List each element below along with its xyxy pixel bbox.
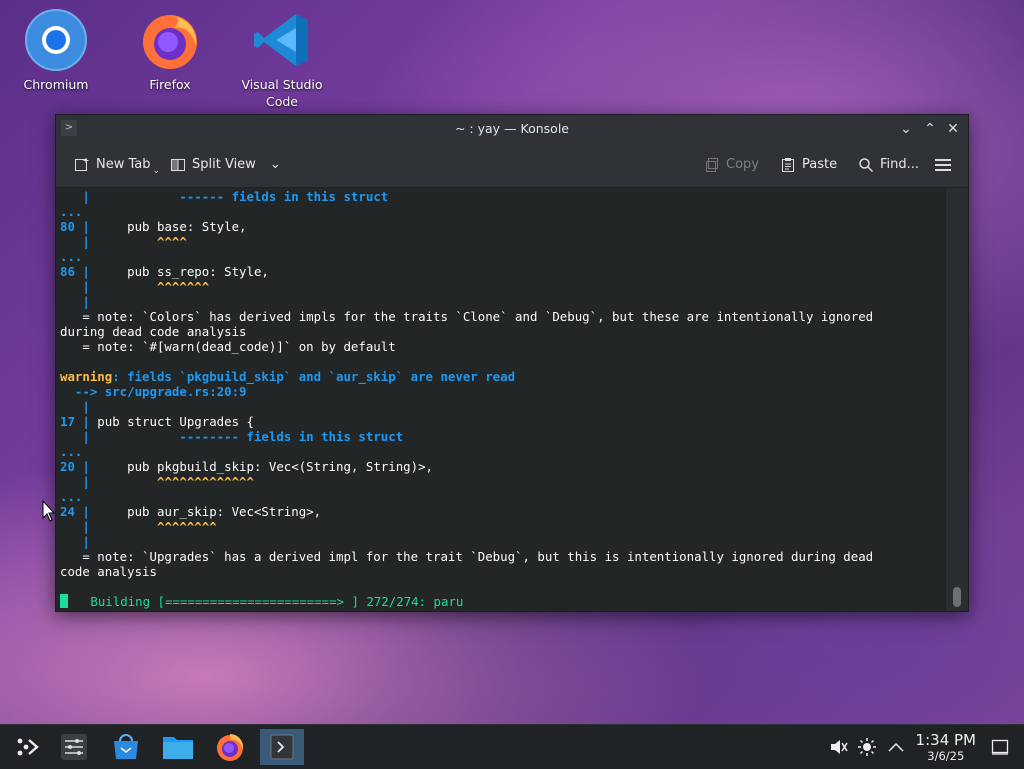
system-settings-icon (61, 734, 87, 760)
hamburger-menu-button[interactable] (934, 155, 951, 175)
desktop-icon-label: Firefox (149, 77, 191, 92)
terminal-line: | ^^^^^^^^ (60, 519, 217, 534)
vscode-icon (250, 8, 314, 72)
terminal-line: ... (60, 489, 83, 504)
desktop-icon-chromium[interactable]: Chromium (8, 2, 104, 93)
toolbar: New Tab ⌄ Split View ⌄ Copy Paste Find..… (56, 143, 968, 188)
paste-label: Paste (802, 157, 838, 172)
terminal-line: = note: `#[warn(dead_code)]` on by defau… (60, 339, 396, 354)
desktop-icon-firefox[interactable]: Firefox (122, 2, 218, 93)
firefox-icon (217, 734, 244, 761)
terminal-line: 86 | pub ss_repo: Style, (60, 264, 269, 279)
konsole-icon (270, 734, 294, 760)
discover-store-icon (114, 734, 138, 759)
terminal-line: | ------ fields in this struct (60, 189, 389, 204)
terminal-line: | (60, 294, 90, 309)
terminal-line: | (60, 534, 90, 549)
terminal-line: code analysis (60, 564, 157, 579)
terminal-line: | ^^^^^^^ (60, 279, 210, 294)
volume-muted-icon[interactable] (828, 737, 848, 757)
firefox-icon (138, 8, 202, 72)
close-button[interactable]: ✕ (943, 119, 963, 139)
new-tab-icon (74, 157, 90, 173)
terminal-line: | (60, 399, 90, 414)
terminal-line: ... (60, 444, 83, 459)
find-button[interactable]: Find... (858, 155, 919, 175)
terminal-line: during dead code analysis (60, 324, 247, 339)
clock-time: 1:34 PM (915, 731, 976, 749)
app-launcher-button[interactable] (4, 729, 48, 765)
split-view-label: Split View (192, 157, 256, 172)
clock[interactable]: 1:34 PM 3/6/25 (916, 731, 976, 763)
new-tab-dropdown-icon[interactable]: ⌄ (153, 161, 161, 181)
terminal-line: ... (60, 249, 83, 264)
terminal-line: ... (60, 204, 83, 219)
terminal-line: = note: `Upgrades` has a derived impl fo… (60, 549, 874, 564)
terminal-line: --> src/upgrade.rs:20:9 (60, 384, 247, 399)
paste-button[interactable]: Paste (780, 155, 837, 175)
terminal-line: 20 | pub pkgbuild_skip: Vec<(String, Str… (60, 459, 433, 474)
terminal-line: 24 | pub aur_skip: Vec<String>, (60, 504, 322, 519)
minimize-button[interactable]: ⌄ (896, 119, 916, 139)
terminal-line: warning: fields `pkgbuild_skip` and `aur… (60, 369, 516, 384)
copy-button[interactable]: Copy (704, 155, 759, 175)
find-label: Find... (880, 157, 920, 172)
desktop-icon-label: Visual Studio Code (241, 77, 323, 109)
split-view-button[interactable]: Split View ⌄ (170, 155, 281, 175)
terminal-line: | ^^^^ (60, 234, 187, 249)
terminal-scrollbar[interactable] (945, 188, 968, 611)
maximize-button[interactable]: ⌃ (920, 119, 940, 139)
window-titlebar[interactable]: > ~ : yay — Konsole ⌄ ⌃ ✕ (56, 115, 968, 143)
split-view-dropdown-icon[interactable]: ⌄ (270, 155, 281, 175)
new-tab-label: New Tab (96, 157, 151, 172)
taskbar-settings[interactable] (52, 729, 96, 765)
hamburger-menu-icon (934, 157, 951, 173)
desktop-icon-vscode[interactable]: Visual Studio Code (234, 2, 330, 110)
terminal-line: | ^^^^^^^^^^^^^ (60, 474, 254, 489)
copy-label: Copy (726, 157, 759, 172)
desktop-icon-label: Chromium (23, 77, 89, 92)
brightness-icon[interactable] (857, 737, 877, 757)
folder-icon (163, 737, 193, 759)
terminal-line: = note: `Colors` has derived impls for t… (60, 309, 874, 324)
taskbar-konsole[interactable] (260, 729, 304, 765)
search-icon (858, 157, 874, 173)
new-tab-button[interactable]: New Tab ⌄ (74, 155, 160, 176)
copy-icon (704, 157, 720, 173)
terminal-output[interactable]: | ------ fields in this struct ... 80 | … (56, 188, 946, 611)
konsole-window: > ~ : yay — Konsole ⌄ ⌃ ✕ New Tab ⌄ Spli… (55, 114, 969, 612)
clock-date: 3/6/25 (927, 749, 965, 763)
cursor (60, 594, 68, 608)
taskbar-firefox[interactable] (208, 729, 252, 765)
taskbar-discover[interactable] (104, 729, 148, 765)
mouse-cursor (42, 499, 56, 526)
window-title: ~ : yay — Konsole (454, 121, 569, 136)
terminal-line: 80 | pub base: Style, (60, 219, 247, 234)
taskbar: 1:34 PM 3/6/25 (0, 724, 1024, 769)
split-view-icon (170, 157, 186, 173)
taskbar-dolphin[interactable] (156, 729, 200, 765)
scrollbar-thumb[interactable] (953, 587, 961, 607)
kde-logo-icon (17, 738, 39, 756)
chevron-up-icon[interactable] (886, 737, 906, 757)
terminal-line: | -------- fields in this struct (60, 429, 404, 444)
terminal-line: 17 | pub struct Upgrades { (60, 414, 254, 429)
chromium-icon (24, 8, 88, 72)
paste-icon (780, 157, 796, 173)
terminal-progress-line: Building [=======================> ] 272… (60, 594, 463, 609)
show-desktop-icon[interactable] (990, 737, 1010, 757)
